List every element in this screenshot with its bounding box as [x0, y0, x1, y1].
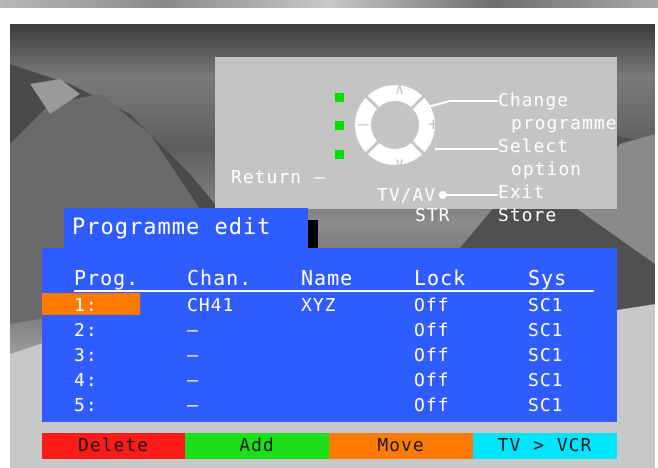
row-sys: SC1 [528, 295, 564, 316]
row-sys: SC1 [528, 370, 564, 391]
table-row-selected[interactable]: 1: CH41 XYZ Off SC1 [42, 293, 617, 318]
tv-vcr-button[interactable]: TV > VCR [473, 433, 617, 459]
help-exit: Exit [498, 182, 546, 203]
background-photo-strip [0, 0, 658, 8]
help-store: Store [498, 205, 558, 226]
help-change-programme-2: programme [511, 113, 618, 134]
help-tvav: TV/AV [377, 185, 437, 206]
col-sys: Sys [528, 266, 568, 290]
help-return: Return – [231, 167, 326, 188]
green-indicator-3 [335, 150, 344, 159]
table-row[interactable]: 4: – Off SC1 [42, 368, 617, 393]
header-divider [74, 290, 594, 292]
dpad-up-icon: ∧ [395, 80, 406, 98]
row-name: XYZ [301, 295, 337, 316]
row-lock: Off [414, 345, 450, 366]
green-indicator-1 [335, 93, 344, 102]
row-sys: SC1 [528, 395, 564, 416]
row-chan: – [187, 345, 199, 366]
dpad-plus-icon: + [428, 114, 440, 135]
row-prog: 3: [74, 345, 98, 366]
row-prog: 4: [74, 370, 98, 391]
programme-table: Prog. Chan. Name Lock Sys 1: CH41 XYZ Of… [42, 248, 617, 422]
move-button[interactable]: Move [329, 433, 473, 459]
row-sys: SC1 [528, 320, 564, 341]
table-row[interactable]: 2: – Off SC1 [42, 318, 617, 343]
help-str: STR [415, 205, 451, 226]
col-prog: Prog. [74, 266, 140, 290]
col-name: Name [301, 266, 354, 290]
function-key-bar: Delete Add Move TV > VCR [42, 433, 617, 459]
col-chan: Chan. [187, 266, 253, 290]
help-select-option: Select [498, 136, 570, 157]
dpad-minus-icon: – [358, 114, 370, 135]
row-lock: Off [414, 320, 450, 341]
row-prog: 1: [74, 295, 98, 316]
row-prog: 5: [74, 395, 98, 416]
delete-button[interactable]: Delete [42, 433, 185, 459]
row-lock: Off [414, 370, 450, 391]
page-title: Programme edit [64, 208, 308, 248]
row-sys: SC1 [528, 345, 564, 366]
help-change-programme: Change [498, 90, 570, 111]
help-select-option-2: option [511, 159, 583, 180]
row-prog: 2: [74, 320, 98, 341]
row-lock: Off [414, 395, 450, 416]
table-row[interactable]: 5: – Off SC1 [42, 393, 617, 418]
row-chan: – [187, 395, 199, 416]
tv-screen: ∧ ∨ – + Change programme Select option R… [10, 24, 655, 468]
col-lock: Lock [414, 266, 467, 290]
row-lock: Off [414, 295, 450, 316]
row-chan: – [187, 370, 199, 391]
dpad-down-icon: ∨ [395, 154, 406, 172]
table-header: Prog. Chan. Name Lock Sys [42, 266, 617, 291]
row-chan: – [187, 320, 199, 341]
add-button[interactable]: Add [185, 433, 329, 459]
remote-help-panel: ∧ ∨ – + Change programme Select option R… [215, 57, 618, 226]
table-row[interactable]: 3: – Off SC1 [42, 343, 617, 368]
green-indicator-2 [335, 121, 344, 130]
row-chan: CH41 [187, 295, 235, 316]
